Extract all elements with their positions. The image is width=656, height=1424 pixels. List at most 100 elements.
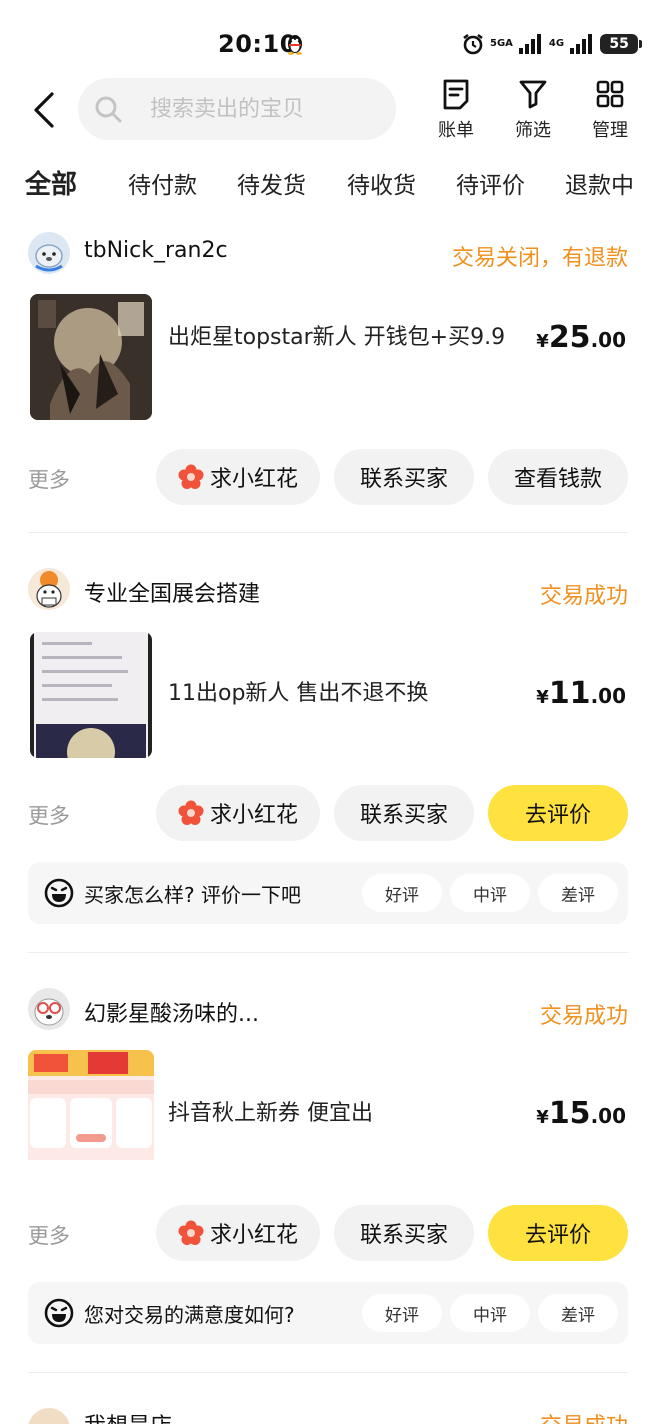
rating-neutral-button[interactable]: 中评 xyxy=(450,1294,530,1332)
product-image xyxy=(30,632,152,758)
quick-rating-bar: 您对交易的满意度如何? 好评 中评 差评 xyxy=(28,1282,628,1344)
back-arrow-icon[interactable] xyxy=(26,88,66,132)
status-bar: 20:10 5GA 4G 55 xyxy=(0,0,656,88)
write-review-button[interactable]: 去评价 xyxy=(488,785,628,841)
avatar[interactable] xyxy=(28,988,70,1030)
order-card[interactable]: tbNick_ran2c 交易关闭，有退款 出炬星topstar新人 开钱包+买… xyxy=(0,228,656,528)
write-review-button[interactable]: 去评价 xyxy=(488,1205,628,1261)
request-flower-label: 求小红花 xyxy=(209,803,298,828)
seller-name[interactable]: 幻影星酸汤味的... xyxy=(84,996,259,1028)
product-image xyxy=(28,1050,154,1176)
price-integer: 11 xyxy=(548,676,591,711)
flower-icon xyxy=(178,800,204,825)
order-card[interactable]: 专业全国展会搭建 交易成功 11出op新人 售出不退不换 ¥11.00 更多 求… xyxy=(0,566,656,926)
product-title[interactable]: 抖音秋上新券 便宜出 xyxy=(168,1096,508,1132)
price-decimal: .00 xyxy=(590,328,626,352)
price-integer: 25 xyxy=(548,320,591,355)
order-divider xyxy=(28,1372,628,1373)
bill-label: 账单 xyxy=(438,120,474,141)
price-decimal: .00 xyxy=(590,1104,626,1128)
order-card[interactable]: 我想是店 交易成功 xyxy=(0,1404,656,1424)
tab-pending-payment[interactable]: 待付款 xyxy=(128,166,197,200)
manage-label: 管理 xyxy=(592,120,628,141)
tab-pending-shipment[interactable]: 待发货 xyxy=(237,166,306,200)
product-thumbnail[interactable] xyxy=(30,632,152,758)
grid-icon xyxy=(596,80,624,108)
write-review-label: 去评价 xyxy=(524,1223,591,1248)
more-link[interactable]: 更多 xyxy=(28,464,70,494)
order-card[interactable]: 幻影星酸汤味的... 交易成功 抖音秋上新券 便宜出 ¥15.00 更多 求小红… xyxy=(0,986,656,1346)
rating-bad-button[interactable]: 差评 xyxy=(538,874,618,912)
rating-good-button[interactable]: 好评 xyxy=(362,1294,442,1332)
request-flower-button[interactable]: 求小红花 xyxy=(156,449,320,505)
dog-avatar-icon xyxy=(28,988,70,1030)
contact-buyer-label: 联系买家 xyxy=(359,803,448,828)
order-status: 交易成功 xyxy=(539,584,628,609)
product-thumbnail[interactable] xyxy=(30,294,152,420)
seller-name[interactable]: tbNick_ran2c xyxy=(84,238,228,263)
order-price: ¥11.00 xyxy=(536,676,626,711)
network-4g-label: 4G xyxy=(548,38,565,49)
tab-pending-review[interactable]: 待评价 xyxy=(456,166,525,200)
order-tabs: 全部 待付款 待发货 待收货 待评价 退款中 xyxy=(0,162,656,210)
order-status: 交易成功 xyxy=(539,1004,628,1029)
quick-rating-bar: 买家怎么样? 评价一下吧 好评 中评 差评 xyxy=(28,862,628,924)
tab-pending-receipt[interactable]: 待收货 xyxy=(347,166,416,200)
price-decimal: .00 xyxy=(590,684,626,708)
request-flower-button[interactable]: 求小红花 xyxy=(156,785,320,841)
signal-icon-2 xyxy=(570,34,593,54)
product-title[interactable]: 出炬星topstar新人 开钱包+买9.9 xyxy=(168,320,508,356)
write-review-label: 去评价 xyxy=(524,803,591,828)
penguin-avatar-icon xyxy=(28,568,70,610)
product-title[interactable]: 11出op新人 售出不退不换 xyxy=(168,676,508,712)
avatar[interactable] xyxy=(28,1408,70,1424)
contact-buyer-label: 联系买家 xyxy=(359,467,448,492)
battery-indicator: 55 xyxy=(600,34,643,54)
avatar[interactable] xyxy=(28,568,70,610)
seller-name[interactable]: 我想是店 xyxy=(84,1408,172,1424)
product-thumbnail[interactable] xyxy=(28,1050,154,1176)
search-input[interactable] xyxy=(150,90,380,128)
request-flower-label: 求小红花 xyxy=(209,1223,298,1248)
rating-question: 您对交易的满意度如何? xyxy=(84,1303,295,1327)
contact-buyer-button[interactable]: 联系买家 xyxy=(334,785,474,841)
view-payment-button[interactable]: 查看钱款 xyxy=(488,449,628,505)
signal-icon xyxy=(518,34,541,54)
tab-all[interactable]: 全部 xyxy=(25,164,77,201)
filter-icon xyxy=(519,80,547,109)
price-currency: ¥ xyxy=(536,687,549,708)
filter-label: 筛选 xyxy=(515,120,551,141)
more-link[interactable]: 更多 xyxy=(28,1220,70,1250)
top-header: 账单 筛选 管理 xyxy=(0,76,656,146)
flower-icon xyxy=(178,464,204,489)
request-flower-button[interactable]: 求小红花 xyxy=(156,1205,320,1261)
network-5ga-label: 5GA xyxy=(490,38,513,49)
price-integer: 15 xyxy=(548,1096,591,1131)
manage-button[interactable]: 管理 xyxy=(580,78,640,144)
product-image xyxy=(30,294,152,420)
bill-button[interactable]: 账单 xyxy=(426,78,486,144)
tab-refunding[interactable]: 退款中 xyxy=(565,166,634,200)
filter-button[interactable]: 筛选 xyxy=(503,78,563,144)
grinning-face-icon xyxy=(44,1298,74,1328)
order-price: ¥15.00 xyxy=(536,1096,626,1131)
rating-bad-button[interactable]: 差评 xyxy=(538,1294,618,1332)
order-divider xyxy=(28,532,628,533)
order-status: 交易关闭，有退款 xyxy=(451,246,628,271)
search-icon xyxy=(95,96,122,123)
grinning-face-icon xyxy=(44,878,74,908)
order-price: ¥25.00 xyxy=(536,320,626,355)
search-bar[interactable] xyxy=(78,78,396,140)
seller-name[interactable]: 专业全国展会搭建 xyxy=(84,576,260,608)
contact-buyer-button[interactable]: 联系买家 xyxy=(334,449,474,505)
price-currency: ¥ xyxy=(536,1107,549,1128)
contact-buyer-button[interactable]: 联系买家 xyxy=(334,1205,474,1261)
request-flower-label: 求小红花 xyxy=(209,467,298,492)
qq-penguin-icon xyxy=(288,35,302,55)
more-link[interactable]: 更多 xyxy=(28,800,70,830)
seal-avatar-icon xyxy=(28,232,70,274)
avatar[interactable] xyxy=(28,232,70,274)
rating-good-button[interactable]: 好评 xyxy=(362,874,442,912)
bill-icon xyxy=(443,79,469,110)
rating-neutral-button[interactable]: 中评 xyxy=(450,874,530,912)
